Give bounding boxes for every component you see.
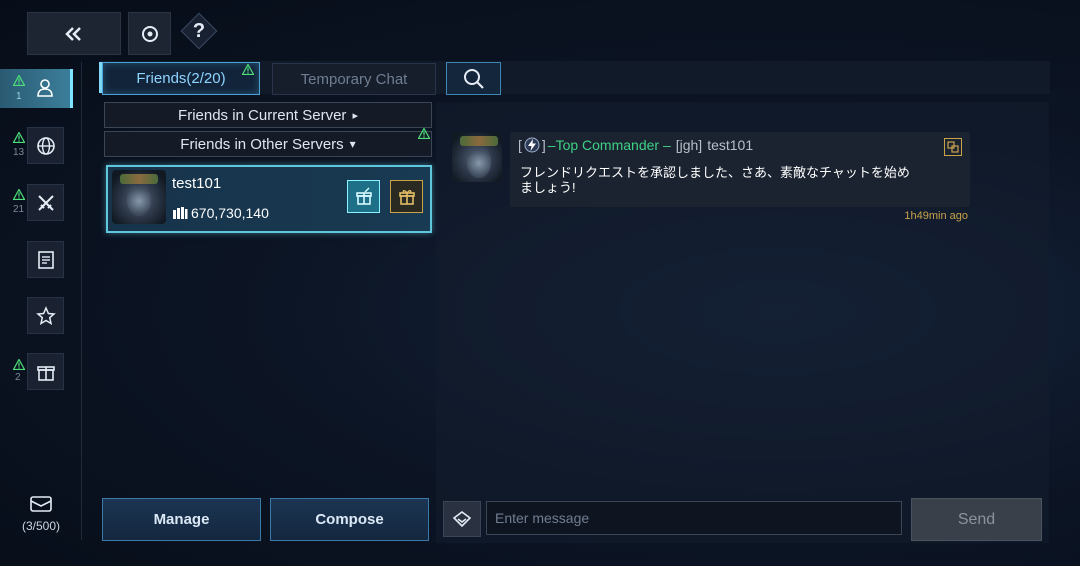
avatar[interactable] (112, 170, 166, 224)
translate-icon (947, 141, 959, 153)
sidebar-count: 1 (16, 91, 22, 102)
message-body: フレンドリクエストを承認しました、さあ、素敵なチャットを始めましょう! (520, 165, 910, 195)
send-label: Send (957, 510, 996, 528)
compose-button[interactable]: Compose (270, 498, 429, 541)
emoji-icon (453, 511, 471, 527)
sidebar-count: 13 (13, 147, 25, 158)
back-button[interactable] (27, 12, 121, 55)
section-other-servers[interactable]: Friends in Other Servers ▾ (104, 131, 432, 157)
alert-icon (13, 359, 25, 370)
gift-send-icon (355, 187, 372, 205)
bracket-open: [ (518, 137, 522, 153)
help-label: ? (192, 19, 206, 42)
search-icon (463, 68, 484, 89)
translate-button[interactable] (944, 138, 962, 156)
tab-temporary-chat[interactable]: Temporary Chat (272, 63, 436, 95)
mail-icon[interactable] (30, 496, 52, 512)
sender-rank: –Top Commander – (547, 137, 671, 153)
alert-icon (242, 64, 254, 75)
sidebar-count: 2 (15, 372, 21, 383)
globe-icon (36, 136, 55, 155)
star-icon (35, 305, 56, 325)
sidebar-count: 21 (13, 204, 25, 215)
tab-temporary-chat-label: Temporary Chat (300, 70, 408, 88)
document-icon (37, 250, 54, 269)
chevron-right-icon: ▸ (352, 109, 358, 122)
send-gift-button[interactable] (347, 180, 380, 213)
sender-name: test101 (707, 137, 754, 153)
sidebar-item-notes[interactable] (27, 241, 64, 278)
compose-label: Compose (315, 511, 384, 528)
sidebar-item-battle[interactable] (27, 184, 64, 221)
manage-label: Manage (153, 511, 210, 528)
alert-icon (418, 128, 430, 139)
friend-power-value: 670,730,140 (191, 205, 269, 221)
help-button[interactable]: ? (180, 12, 218, 50)
alert-icon (13, 75, 25, 86)
lightning-badge-icon (524, 137, 540, 153)
manage-button[interactable]: Manage (102, 498, 261, 541)
target-button[interactable] (128, 12, 171, 55)
message-input[interactable] (486, 501, 902, 535)
tab-friends-label: Friends(2/20) (136, 70, 226, 87)
sidebar-item-favorites[interactable] (27, 297, 64, 334)
message-avatar[interactable] (452, 132, 502, 182)
section-current-server[interactable]: Friends in Current Server ▸ (104, 102, 432, 128)
tab-friends[interactable]: Friends(2/20) (102, 62, 260, 95)
gift-icon (398, 189, 415, 205)
sidebar-item-friends[interactable]: 1 (0, 69, 73, 108)
friend-name: test101 (172, 175, 222, 192)
section-label: Friends in Current Server (178, 106, 347, 124)
mail-count: (3/500) (21, 519, 61, 533)
chat-message: [ ] –Top Commander – [jgh] test101 フレンドリ… (510, 132, 970, 207)
sidebar-item-world[interactable] (27, 127, 64, 164)
section-label: Friends in Other Servers (180, 135, 344, 153)
sender-tag: [jgh] (675, 137, 703, 153)
message-header: [ ] –Top Commander – [jgh] test101 (518, 137, 753, 153)
friend-list-item[interactable]: test101 670,730,140 (106, 165, 432, 233)
send-button[interactable]: Send (911, 498, 1042, 541)
friend-power: 670,730,140 (172, 205, 269, 221)
gift-icon (36, 365, 55, 381)
crossed-swords-icon (37, 194, 54, 211)
target-icon (141, 25, 158, 42)
bracket-close: ] (541, 137, 546, 153)
person-icon (37, 79, 53, 97)
fist-icon (173, 207, 188, 219)
alert-icon (13, 189, 25, 200)
search-button[interactable] (446, 62, 501, 95)
alert-icon (13, 132, 25, 143)
double-chevron-left-icon (65, 26, 81, 41)
claim-gift-button[interactable] (390, 180, 423, 213)
message-time: 1h49min ago (904, 210, 968, 222)
chevron-down-icon: ▾ (349, 137, 356, 151)
emoji-button[interactable] (443, 501, 481, 537)
sidebar-item-gifts[interactable] (27, 353, 64, 390)
